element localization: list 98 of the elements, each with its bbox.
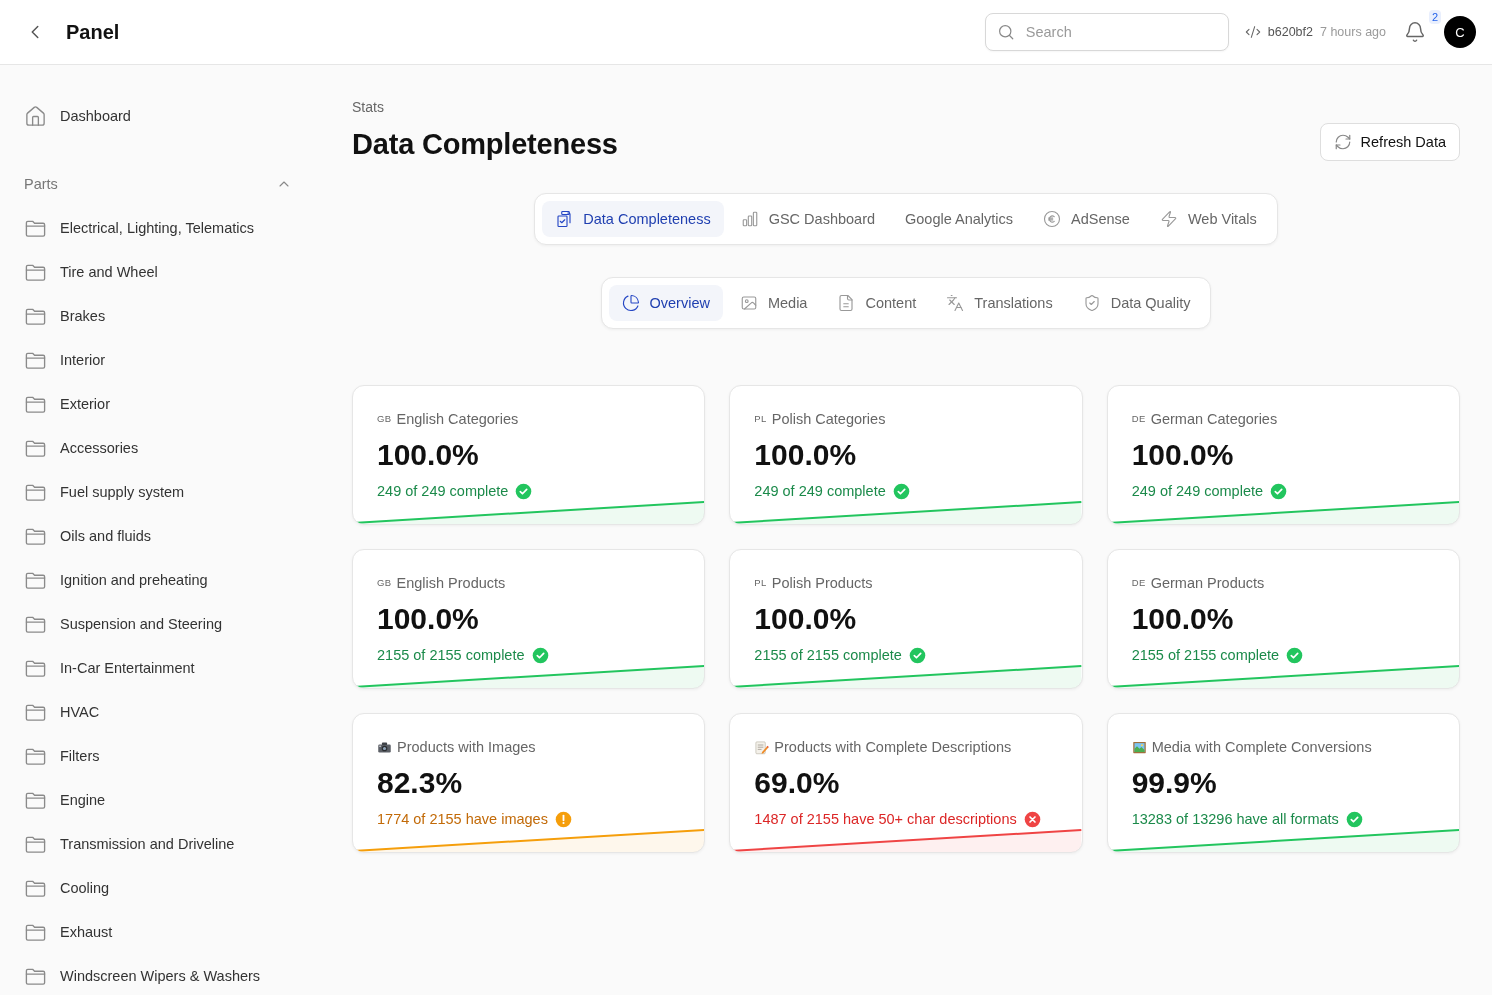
sidebar-item[interactable]: Tire and Wheel <box>24 250 292 294</box>
status-text: 2155 of 2155 complete <box>377 646 525 665</box>
check-circle-icon <box>515 482 533 500</box>
status-text: 249 of 249 complete <box>377 482 509 501</box>
percentage-value: 99.9% <box>1130 765 1218 801</box>
shield-check-icon <box>1082 294 1101 312</box>
country-code: DE <box>1131 576 1146 590</box>
main-tab[interactable]: Google Analytics <box>892 201 1027 237</box>
card-label: Polish Categories <box>771 410 886 429</box>
main-tab[interactable]: AdSense <box>1030 201 1143 237</box>
sidebar-item[interactable]: Dashboard <box>24 94 292 138</box>
check-circle-icon <box>531 646 549 664</box>
check-circle-icon <box>892 482 910 500</box>
sidebar-item[interactable]: Fuel supply system <box>24 470 292 514</box>
sidebar-item[interactable]: Ignition and preheating <box>24 558 292 602</box>
percentage-value: 100.0% <box>1130 601 1235 637</box>
check-circle-icon <box>1345 810 1363 828</box>
country-code: DE <box>1131 412 1146 426</box>
exclamation-circle-icon <box>554 810 572 828</box>
page-title: Data Completeness <box>352 127 618 162</box>
card-label: Polish Products <box>771 574 873 593</box>
sidebar-item[interactable]: Interior <box>24 338 292 382</box>
card-label: Products with Images <box>397 738 536 757</box>
percentage-value: 100.0% <box>1130 437 1235 473</box>
search-icon <box>996 23 1015 41</box>
country-code: GB <box>377 576 392 590</box>
main-tab[interactable]: GSC Dashboard <box>727 201 889 237</box>
country-code: PL <box>754 576 767 590</box>
country-code: GB <box>377 412 392 426</box>
search-field[interactable]: Search <box>984 13 1229 51</box>
status-text: 2155 of 2155 complete <box>1131 646 1280 665</box>
percentage-value: 100.0% <box>753 601 858 637</box>
percentage-value: 82.3% <box>376 765 464 801</box>
bell-icon <box>1404 21 1426 43</box>
check-circle-icon <box>908 646 926 664</box>
sub-tab[interactable]: Content <box>824 285 930 321</box>
sidebar-item[interactable]: Windscreen Wipers & Washers <box>24 954 292 995</box>
sidebar-item[interactable]: HVAC <box>24 690 292 734</box>
sidebar-item[interactable]: Cooling <box>24 866 292 910</box>
code-icon <box>1244 24 1261 40</box>
lightning-icon <box>1159 210 1178 228</box>
check-circle-icon <box>1270 482 1288 500</box>
image-icon <box>739 294 758 312</box>
sidebar-item[interactable]: Exterior <box>24 382 292 426</box>
sidebar-item[interactable]: Suspension and Steering <box>24 602 292 646</box>
home-icon <box>24 104 47 128</box>
pie-chart-icon <box>621 294 640 312</box>
sidebar-item[interactable]: Electrical, Lighting, Telematics <box>24 206 292 250</box>
percentage-value: 100.0% <box>376 437 480 473</box>
breadcrumb: Stats <box>352 98 385 117</box>
card-label: Products with Complete Descriptions <box>774 738 1012 757</box>
memo-icon <box>754 739 770 755</box>
notification-count: 2 <box>1428 10 1441 24</box>
card-label: Media with Complete Conversions <box>1151 738 1372 757</box>
status-text: 249 of 249 complete <box>754 482 886 501</box>
sidebar-item[interactable]: Accessories <box>24 426 292 470</box>
percentage-value: 100.0% <box>376 601 480 637</box>
sidebar-item[interactable]: Oils and fluids <box>24 514 292 558</box>
country-code: PL <box>754 412 767 426</box>
percentage-value: 69.0% <box>753 765 841 801</box>
main-tab[interactable]: Data Completeness <box>542 201 724 237</box>
user-avatar[interactable]: C <box>1444 16 1476 48</box>
status-text: 13283 of 13296 have all formats <box>1131 810 1339 829</box>
sub-tab[interactable]: Translations <box>933 285 1066 321</box>
section-header[interactable]: Parts <box>24 162 292 206</box>
euro-icon <box>1043 210 1062 228</box>
sub-tab[interactable]: Media <box>726 285 821 321</box>
status-text: 1774 of 2155 have images <box>377 810 548 829</box>
status-text: 2155 of 2155 complete <box>754 646 902 665</box>
app-title: Panel <box>66 20 120 44</box>
status-text: 249 of 249 complete <box>1131 482 1264 501</box>
sub-tab[interactable]: Data Quality <box>1069 285 1204 321</box>
card-label: German Products <box>1150 574 1265 593</box>
status-text: 1487 of 2155 have 50+ char descriptions <box>754 810 1017 829</box>
commit-hash: b620bf2 <box>1267 25 1313 39</box>
bar-chart-icon <box>740 210 759 228</box>
document-icon <box>837 294 856 312</box>
clipboard-check-icon <box>555 210 574 228</box>
card-label: German Categories <box>1150 410 1278 429</box>
x-circle-icon <box>1023 810 1041 828</box>
sidebar-item[interactable]: Transmission and Driveline <box>24 822 292 866</box>
commit-time: 7 hours ago <box>1319 25 1386 39</box>
check-circle-icon <box>1286 646 1304 664</box>
percentage-value: 100.0% <box>753 437 858 473</box>
sidebar-item[interactable]: Brakes <box>24 294 292 338</box>
translate-icon <box>946 294 965 312</box>
refresh-icon <box>1333 133 1352 151</box>
card-label: English Categories <box>396 410 519 429</box>
main-tab[interactable]: Web Vitals <box>1146 201 1270 237</box>
sidebar-item[interactable]: Exhaust <box>24 910 292 954</box>
sub-tab[interactable]: Overview <box>608 285 723 321</box>
framed-picture-icon <box>1131 739 1147 755</box>
sidebar-item[interactable]: Filters <box>24 734 292 778</box>
notifications-button[interactable] <box>1404 21 1426 43</box>
refresh-button[interactable]: Refresh Data <box>1319 123 1460 161</box>
sidebar-item[interactable]: Engine <box>24 778 292 822</box>
sidebar-item[interactable]: In-Car Entertainment <box>24 646 292 690</box>
card-label: English Products <box>396 574 506 593</box>
